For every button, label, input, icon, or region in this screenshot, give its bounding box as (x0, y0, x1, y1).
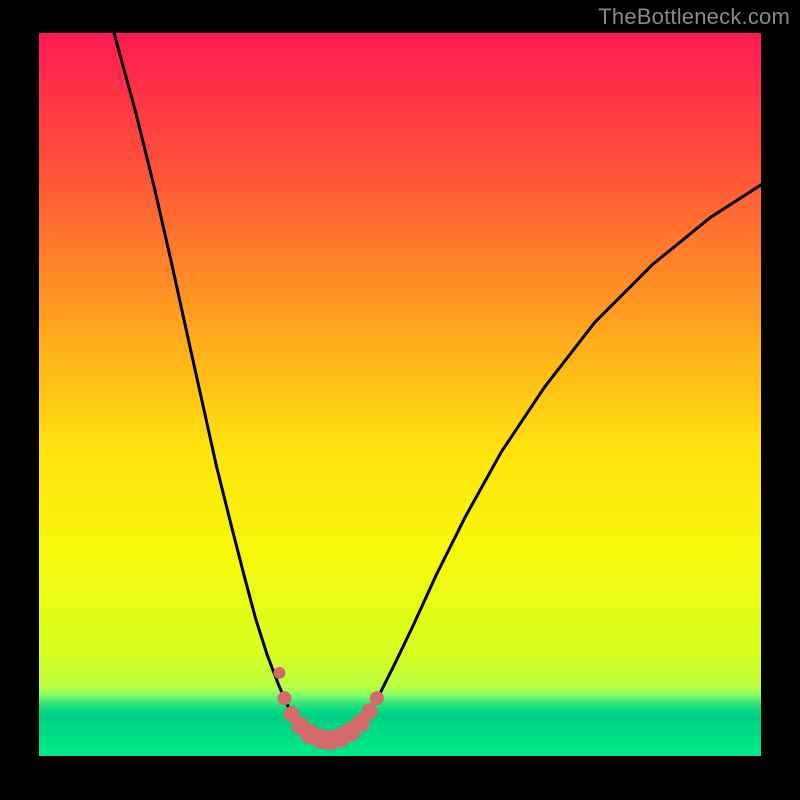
overlay-dot (362, 703, 378, 719)
gradient-background (39, 33, 761, 756)
overlay-dot (273, 667, 285, 679)
bottleneck-chart-svg (39, 33, 761, 756)
overlay-dot (370, 691, 384, 705)
overlay-dot (277, 691, 291, 705)
chart-frame: TheBottleneck.com (0, 0, 800, 800)
plot-area (39, 33, 761, 756)
watermark-text: TheBottleneck.com (598, 4, 790, 30)
